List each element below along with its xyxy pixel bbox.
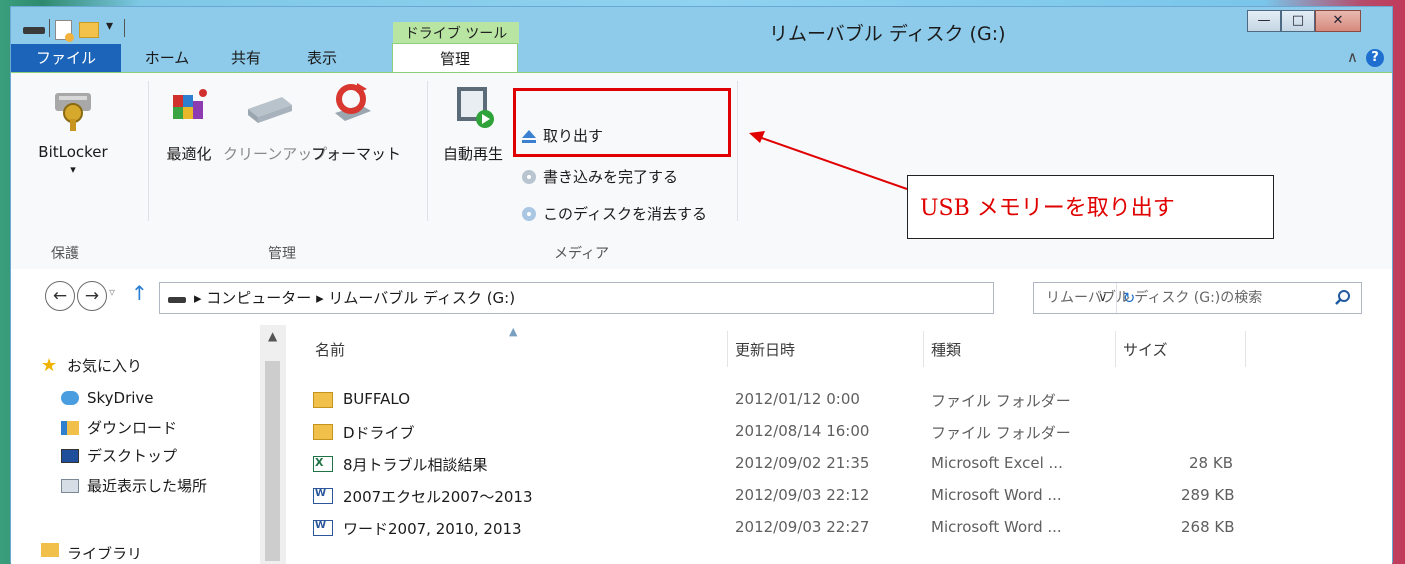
folder-icon [313,392,333,408]
file-modified: 2012/09/02 21:35 [735,454,870,472]
scrollbar-thumb[interactable] [265,361,280,561]
up-arrow-icon[interactable]: ↑ [131,281,148,305]
file-list: ▲ 名前 更新日時 種類 サイズ BUFFALO 2012/01/12 0:00… [287,325,1392,564]
search-input[interactable]: リムーバブル ディスク (G:)の検索 [1033,282,1362,314]
search-placeholder: リムーバブル ディスク (G:)の検索 [1046,290,1263,306]
column-header-name[interactable]: 名前 [315,339,345,360]
folder-icon [313,424,333,440]
excel-file-icon [313,456,333,472]
desktop-icon [61,448,79,463]
column-header-modified[interactable]: 更新日時 [735,339,795,360]
forward-button[interactable]: → [77,281,107,311]
table-row[interactable]: 8月トラブル相談結果 2012/09/02 21:35 Microsoft Ex… [287,451,1392,478]
column-divider[interactable] [1115,331,1116,367]
address-input[interactable]: ▸ コンピューター ▸ リムーバブル ディスク (G:) ∨ ↻ [159,282,1135,314]
file-type: ファイル フォルダー [931,424,1071,442]
file-type: ファイル フォルダー [931,392,1071,410]
nav-pane-scrollbar[interactable]: ▲ [260,325,286,564]
explorer-window: ▾ ドライブ ツール リムーバブル ディスク (G:) — □ ✕ ファイル ホ… [10,6,1393,564]
nav-item-label: ダウンロード [87,419,178,437]
nav-item-desktop[interactable]: デスクトップ [61,445,177,466]
breadcrumb[interactable]: ▸ コンピューター ▸ リムーバブル ディスク (G:) [194,283,515,313]
file-modified: 2012/09/03 22:27 [735,518,870,536]
column-divider[interactable] [923,331,924,367]
nav-item-label: ライブラリ [67,545,143,559]
file-name: 2007エクセル2007～2013 [343,488,533,506]
file-type: Microsoft Excel ... [931,454,1063,472]
search-icon[interactable] [1335,283,1351,313]
word-file-icon [313,520,333,536]
navigation-pane: ★ お気に入り SkyDrive ダウンロード デスクトップ 最近表示した場所 … [11,325,288,564]
word-file-icon [313,488,333,504]
sort-ascending-icon: ▲ [509,325,518,338]
nav-item-label: SkyDrive [87,389,154,407]
file-type: Microsoft Word ... [931,518,1062,536]
column-divider[interactable] [1245,331,1246,367]
file-name: Dドライブ [343,424,415,442]
file-size: 289 KB [1181,486,1235,504]
nav-item-skydrive[interactable]: SkyDrive [61,389,154,407]
file-modified: 2012/01/12 0:00 [735,390,860,408]
nav-item-label: 最近表示した場所 [87,477,208,495]
file-name: BUFFALO [343,390,411,408]
callout-box: USB メモリーを取り出す [907,175,1274,239]
file-modified: 2012/08/14 16:00 [735,422,870,440]
table-row[interactable]: 2007エクセル2007～2013 2012/09/03 22:12 Micro… [287,483,1392,510]
skydrive-icon [61,391,79,405]
recent-places-icon [61,478,79,493]
downloads-folder-icon [61,420,79,435]
file-size: 268 KB [1181,518,1235,536]
nav-item-favorites[interactable]: ★ お気に入り [41,355,142,376]
scroll-up-icon[interactable]: ▲ [268,329,277,343]
drive-icon [168,297,186,303]
recent-locations-icon[interactable]: ▿ [109,285,115,299]
nav-item-recent-places[interactable]: 最近表示した場所 [61,475,207,496]
address-bar-row: ← → ▿ ↑ ▸ コンピューター ▸ リムーバブル ディスク (G:) ∨ ↻… [11,269,1392,326]
file-name: 8月トラブル相談結果 [343,456,488,474]
file-size: 28 KB [1189,454,1233,472]
table-row[interactable]: BUFFALO 2012/01/12 0:00 ファイル フォルダー [287,387,1392,414]
nav-item-downloads[interactable]: ダウンロード [61,417,177,438]
table-row[interactable]: ワード2007, 2010, 2013 2012/09/03 22:27 Mic… [287,515,1392,542]
nav-item-label: お気に入り [67,357,143,375]
libraries-icon [41,543,59,557]
column-header-type[interactable]: 種類 [931,339,961,360]
star-icon: ★ [41,354,58,376]
table-row[interactable]: Dドライブ 2012/08/14 16:00 ファイル フォルダー [287,419,1392,446]
file-name: ワード2007, 2010, 2013 [343,520,522,538]
file-type: Microsoft Word ... [931,486,1062,504]
nav-item-label: デスクトップ [87,447,178,465]
back-button[interactable]: ← [45,281,75,311]
file-modified: 2012/09/03 22:12 [735,486,870,504]
column-header-size[interactable]: サイズ [1123,339,1168,360]
column-divider[interactable] [727,331,728,367]
nav-item-libraries[interactable]: ライブラリ [41,543,142,559]
